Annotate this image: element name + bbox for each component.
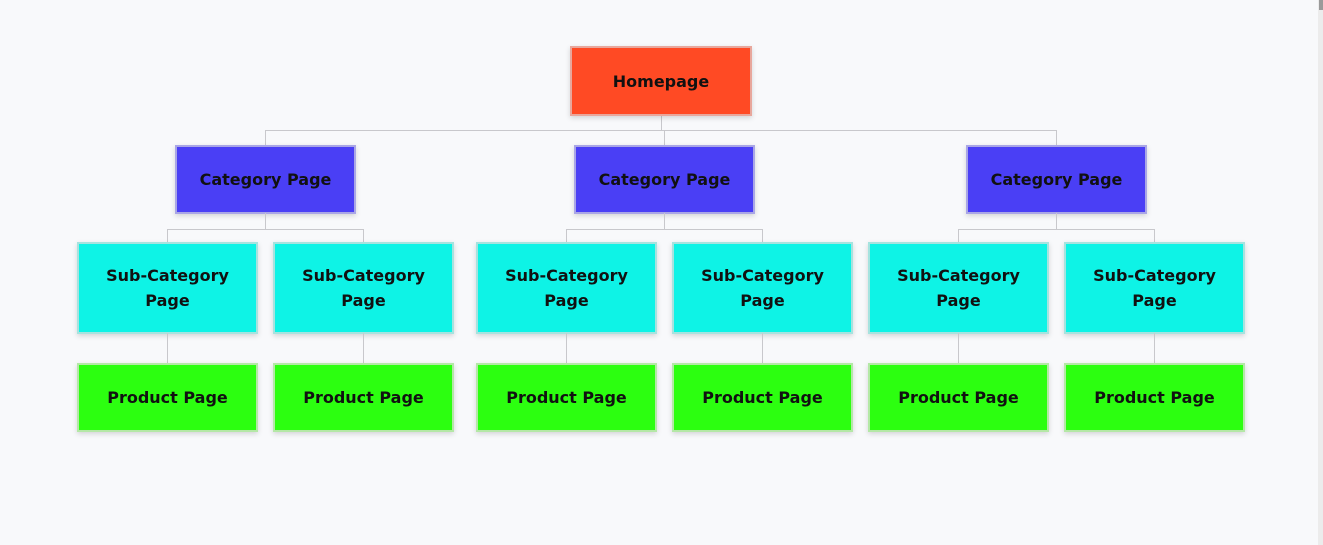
node-category-page-label: Category Page — [598, 170, 731, 189]
node-product-page-label: Product Page — [1094, 388, 1215, 407]
node-product-page[interactable]: Product Page — [672, 363, 853, 432]
node-category-page[interactable]: Category Page — [966, 145, 1147, 214]
node-subcategory-page-label: Sub-Category Page — [302, 266, 425, 310]
node-subcategory-page[interactable]: Sub-Category Page — [868, 242, 1049, 334]
connector-line — [363, 333, 364, 363]
connector-line — [958, 229, 959, 242]
connector-line — [566, 229, 763, 230]
node-product-page[interactable]: Product Page — [1064, 363, 1245, 432]
node-product-page[interactable]: Product Page — [868, 363, 1049, 432]
connector-line — [265, 130, 266, 145]
connector-line — [664, 130, 665, 145]
connector-line — [1056, 213, 1057, 229]
connector-line — [1154, 229, 1155, 242]
connector-line — [167, 333, 168, 363]
connector-line — [1056, 130, 1057, 145]
node-subcategory-page-label: Sub-Category Page — [897, 266, 1020, 310]
node-subcategory-page[interactable]: Sub-Category Page — [672, 242, 853, 334]
connector-line — [958, 333, 959, 363]
connector-line — [566, 333, 567, 363]
connector-line — [265, 213, 266, 229]
connector-line — [363, 229, 364, 242]
node-category-page[interactable]: Category Page — [175, 145, 356, 214]
node-subcategory-page-label: Sub-Category Page — [1093, 266, 1216, 310]
node-product-page-label: Product Page — [506, 388, 627, 407]
connector-line — [167, 229, 364, 230]
connector-line — [265, 130, 1057, 131]
connector-line — [661, 115, 662, 130]
connector-line — [167, 229, 168, 242]
connector-line — [958, 229, 1155, 230]
node-homepage[interactable]: Homepage — [570, 46, 752, 116]
scrollbar-thumb[interactable] — [1319, 0, 1323, 10]
node-subcategory-page[interactable]: Sub-Category Page — [273, 242, 454, 334]
connector-line — [1154, 333, 1155, 363]
node-category-page-label: Category Page — [199, 170, 332, 189]
node-homepage-label: Homepage — [612, 71, 710, 91]
connector-line — [762, 229, 763, 242]
node-category-page[interactable]: Category Page — [574, 145, 755, 214]
node-product-page[interactable]: Product Page — [77, 363, 258, 432]
node-product-page-label: Product Page — [898, 388, 1019, 407]
node-product-page[interactable]: Product Page — [273, 363, 454, 432]
node-product-page-label: Product Page — [702, 388, 823, 407]
node-subcategory-page[interactable]: Sub-Category Page — [1064, 242, 1245, 334]
node-subcategory-page[interactable]: Sub-Category Page — [77, 242, 258, 334]
node-subcategory-page[interactable]: Sub-Category Page — [476, 242, 657, 334]
connector-line — [664, 213, 665, 229]
node-product-page-label: Product Page — [303, 388, 424, 407]
scrollbar[interactable] — [1318, 0, 1323, 545]
node-category-page-label: Category Page — [990, 170, 1123, 189]
connector-line — [762, 333, 763, 363]
connector-line — [566, 229, 567, 242]
node-subcategory-page-label: Sub-Category Page — [701, 266, 824, 310]
node-product-page[interactable]: Product Page — [476, 363, 657, 432]
node-subcategory-page-label: Sub-Category Page — [106, 266, 229, 310]
node-product-page-label: Product Page — [107, 388, 228, 407]
node-subcategory-page-label: Sub-Category Page — [505, 266, 628, 310]
